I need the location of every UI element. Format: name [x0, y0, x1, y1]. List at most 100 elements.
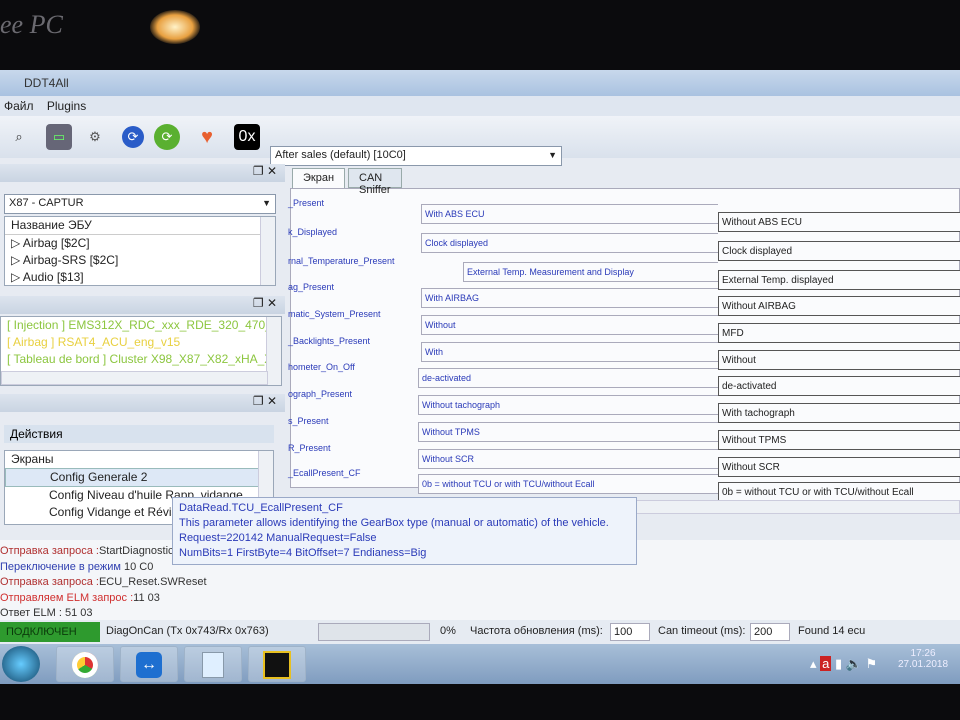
param-label: matic_System_Present [288, 309, 381, 319]
clock-date: 27.01.2018 [898, 659, 949, 670]
tooltip-line: DataRead.TCU_EcallPresent_CF [179, 502, 343, 514]
log-prefix: Отправка запроса : [0, 576, 99, 588]
vehicle-value: X87 - CAPTUR [9, 197, 84, 209]
param-value-display: With AIRBAG [421, 288, 718, 308]
param-label: ograph_Present [288, 389, 353, 399]
param-value-select[interactable]: Without TPMS [718, 430, 960, 450]
param-value-select[interactable]: 0b = without TCU or with TCU/without Eca… [718, 482, 960, 502]
param-value-display: Without TPMS [418, 422, 718, 442]
progress-label: 0% [440, 625, 456, 637]
log-prefix: Отправка запроса : [0, 545, 99, 557]
title-bar: DDT4All [0, 70, 960, 96]
refresh-rate-spinner[interactable]: 100 [610, 623, 650, 641]
ecu-list: Название ЭБУ ▷ Airbag [$2C] ▷ Airbag-SRS… [4, 216, 276, 286]
actions-header: Действия [4, 425, 274, 443]
panel-header-vehicle: ❐ ✕ [0, 164, 285, 182]
param-value-select[interactable]: Without AIRBAG [718, 296, 960, 316]
param-value-select[interactable]: Without [718, 350, 960, 370]
close-icon[interactable]: ✕ [267, 164, 277, 178]
float-icon[interactable]: ❐ [253, 164, 264, 178]
heart-monitor-icon[interactable]: ♥ [194, 124, 220, 150]
log-prefix: Переключение в режим [0, 560, 124, 573]
log-prefix: Отправляем ELM запрос : [0, 591, 134, 604]
session-select[interactable]: After sales (default) [10C0] ▼ [270, 146, 562, 166]
param-value-display: External Temp. Measurement and Display [463, 262, 718, 282]
param-value-select[interactable]: External Temp. displayed [718, 270, 960, 290]
chrome-icon[interactable] [56, 646, 114, 682]
menu-plugins[interactable]: Plugins [47, 99, 86, 113]
ecu-list-item[interactable]: ▷ Airbag [$2C] [5, 235, 275, 252]
horizontal-scrollbar[interactable] [1, 371, 268, 385]
panel-header-found: ❐ ✕ [0, 296, 285, 314]
notepad-icon[interactable] [184, 646, 242, 682]
param-value-select[interactable]: MFD [718, 323, 960, 343]
window-title: DDT4All [24, 76, 69, 90]
log-line: Отправляем ELM запрос :11 03 [0, 591, 960, 607]
settings-bot-icon[interactable]: ⚙ [82, 124, 108, 150]
param-label: _Backlights_Present [288, 336, 371, 346]
obd-check-icon[interactable] [248, 646, 306, 682]
log-text: 11 03 [133, 591, 160, 604]
ecu-list-item[interactable]: ▷ Airbag-SRS [$2C] [5, 252, 275, 269]
refresh-rate-value: 100 [614, 626, 633, 638]
ecu-list-item[interactable]: ▷ Audio [$13] [5, 269, 275, 285]
vehicle-select[interactable]: X87 - CAPTUR ▼ [4, 194, 276, 214]
timeout-label: Can timeout (ms): [658, 625, 746, 637]
clock[interactable]: 17:26 27.01.2018 [898, 648, 948, 670]
ecu-name: Audio [$13] [22, 270, 84, 284]
screens-group[interactable]: Экраны [5, 451, 273, 468]
float-icon[interactable]: ❐ [253, 296, 264, 310]
can-timeout-value: 200 [754, 626, 773, 638]
clock-time: 17:26 [910, 648, 936, 659]
scrollbar[interactable] [260, 217, 275, 285]
refresh-blue-icon[interactable]: ⟳ [122, 126, 144, 148]
menu-file[interactable]: Файл [4, 99, 34, 113]
param-value-display: Without tachograph [418, 395, 718, 415]
monitor-icon[interactable]: ▭ [46, 124, 72, 150]
ecu-name: Airbag [$2C] [22, 236, 90, 250]
param-value-select[interactable]: With tachograph [718, 403, 960, 423]
refresh-green-icon[interactable]: ⟳ [154, 124, 180, 150]
scan-ecu-icon[interactable]: ⌕ [6, 124, 32, 150]
param-value-display: Without SCR [418, 449, 718, 469]
param-label: k_Displayed [288, 227, 338, 237]
float-icon[interactable]: ❐ [253, 394, 264, 408]
connection-status: ПОДКЛЮЧЕН [0, 622, 100, 642]
found-ecu-item[interactable]: [ Airbag ] RSAT4_ACU_eng_v15 [1, 334, 281, 351]
chevron-down-icon: ▼ [262, 198, 271, 208]
param-value-display: Without [421, 315, 718, 335]
menu-bar: Файл Plugins [0, 96, 960, 116]
windows-start-icon[interactable] [2, 646, 40, 682]
teamviewer-icon[interactable]: ↔ [120, 646, 178, 682]
log-line: Ответ ELM : 51 03 [0, 606, 960, 622]
status-bar: ПОДКЛЮЧЕН DiagOnCan (Tx 0x743/Rx 0x763) … [0, 620, 960, 644]
hex-icon[interactable]: 0x [234, 124, 260, 150]
scrollbar[interactable] [266, 317, 281, 385]
close-icon[interactable]: ✕ [267, 394, 277, 408]
tooltip-line: NumBits=1 FirstByte=4 BitOffset=7 Endian… [179, 547, 427, 559]
tooltip-line: Request=220142 ManualRequest=False [179, 532, 377, 544]
light-reflection [150, 10, 200, 44]
chevron-down-icon: ▼ [548, 150, 557, 160]
screen-item-selected[interactable]: Config Generale 2 [5, 468, 273, 487]
param-value-display: Clock displayed [421, 233, 718, 253]
tab-can-sniffer[interactable]: CAN Sniffer [348, 168, 402, 196]
found-ecu-item[interactable]: [ Injection ] EMS312X_RDC_xxx_RDE_320_47… [1, 317, 281, 334]
tooltip-line: This parameter allows identifying the Ge… [179, 517, 609, 529]
found-ecu-item[interactable]: [ Tableau de bord ] Cluster X98_X87_X82_… [1, 351, 281, 368]
param-value-select[interactable]: de-activated [718, 376, 960, 396]
param-value-select[interactable]: Clock displayed [718, 241, 960, 261]
param-label: R_Present [288, 443, 331, 453]
tray-icons[interactable]: ▴ a ▮ 🔈 ⚑ [810, 656, 877, 672]
refresh-label: Частота обновления (ms): [470, 625, 603, 637]
can-timeout-spinner[interactable]: 200 [750, 623, 790, 641]
found-ecu-list: [ Injection ] EMS312X_RDC_xxx_RDE_320_47… [0, 316, 282, 386]
close-icon[interactable]: ✕ [267, 296, 277, 310]
tab-screen[interactable]: Экран [292, 168, 346, 188]
protocol-label: DiagOnCan (Tx 0x743/Rx 0x763) [106, 625, 269, 637]
log-text: 51 03 [64, 607, 93, 619]
param-value-select[interactable]: Without SCR [718, 457, 960, 477]
param-value-select[interactable]: Without ABS ECU [718, 212, 960, 232]
param-label: hometer_On_Off [288, 362, 355, 372]
laptop-brand: ee PC [0, 10, 63, 39]
